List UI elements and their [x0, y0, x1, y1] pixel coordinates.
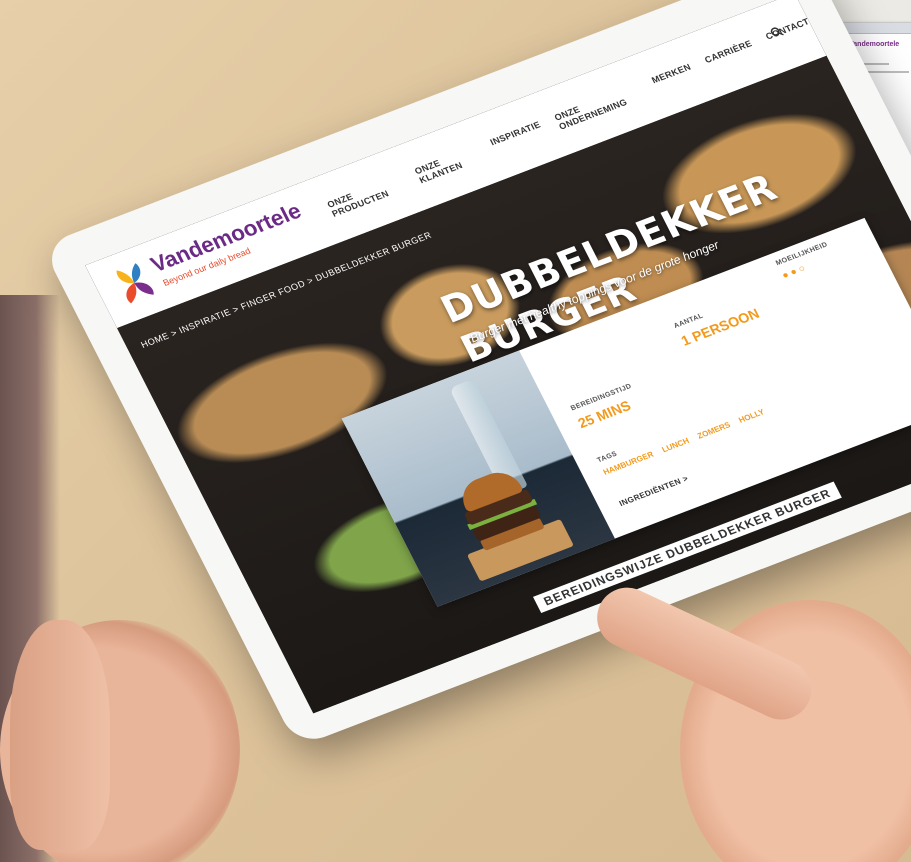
menu-item-company[interactable]: ONZE ONDERNEMING — [553, 82, 644, 132]
photo-scene: Vandemoortele Vandemoortele Beyond our d… — [0, 0, 911, 862]
left-thumb — [10, 620, 110, 850]
tag-link[interactable]: HOLLY — [737, 407, 766, 425]
menu-item-inspiration[interactable]: INSPIRATIE — [488, 119, 546, 156]
tag-list: HAMBURGER LUNCH ZOMERS HOLLY — [602, 407, 766, 477]
menu-item-customers[interactable]: ONZE KLANTEN — [413, 144, 483, 185]
menu-item-career[interactable]: CARRIÈRE — [703, 38, 758, 74]
tag-link[interactable]: LUNCH — [660, 436, 690, 454]
difficulty-rating: ● ● ○ — [780, 263, 808, 282]
tag-link[interactable]: ZOMERS — [696, 420, 732, 440]
menu-item-brands[interactable]: MERKEN — [650, 62, 697, 95]
menu-item-products[interactable]: ONZE PRODUCTEN — [326, 173, 408, 218]
persons-value: 1 PERSOON — [678, 305, 762, 349]
ingredients-link[interactable]: INGREDIËNTEN > — [618, 474, 690, 508]
